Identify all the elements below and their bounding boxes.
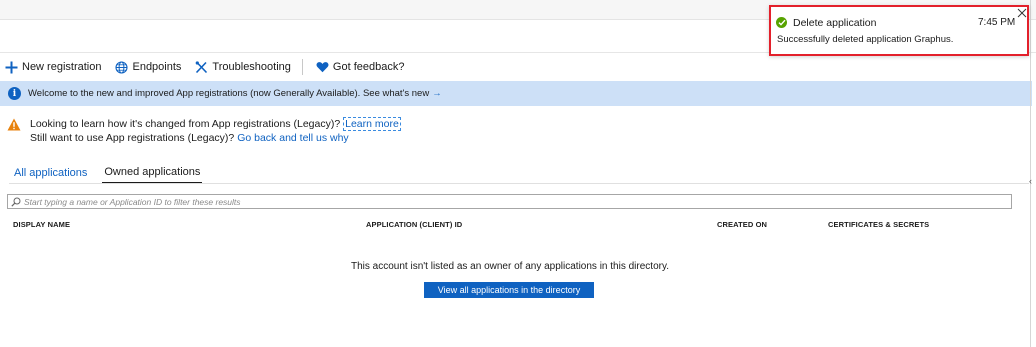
column-header-display-name[interactable]: DISPLAY NAME	[13, 220, 70, 229]
troubleshooting-label: Troubleshooting	[212, 61, 291, 73]
toast-time: 7:45 PM	[978, 17, 1016, 28]
app-tabs: All applications Owned applications	[13, 162, 216, 184]
legacy-question-2: Still want to use App registrations (Leg…	[30, 132, 235, 144]
arrow-right-icon[interactable]: →	[432, 88, 442, 99]
learn-more-link[interactable]: Learn more	[343, 117, 401, 131]
globe-icon	[115, 60, 129, 74]
chevron-left-icon[interactable]: ‹	[1029, 176, 1032, 186]
legacy-question: Looking to learn how it's changed from A…	[30, 118, 341, 130]
endpoints-button[interactable]: Endpoints	[108, 56, 188, 78]
go-back-link[interactable]: Go back and tell us why	[237, 132, 348, 144]
notification-toast[interactable]: Delete application 7:45 PM Successfully …	[769, 5, 1029, 56]
tab-owned-applications[interactable]: Owned applications	[102, 162, 203, 184]
command-bar: New registration Endpoints Troubleshooti…	[0, 56, 411, 78]
info-banner[interactable]: i Welcome to the new and improved App re…	[0, 81, 1032, 106]
heart-icon	[316, 61, 329, 74]
info-icon: i	[8, 87, 21, 100]
feedback-button[interactable]: Got feedback?	[309, 56, 412, 78]
close-icon[interactable]	[1016, 7, 1028, 19]
legacy-notice: Looking to learn how it's changed from A…	[7, 117, 401, 145]
tabs-divider	[9, 183, 1029, 184]
legacy-notice-text: Looking to learn how it's changed from A…	[30, 117, 401, 145]
empty-state-message: This account isn't listed as an owner of…	[351, 261, 669, 272]
info-banner-text: Welcome to the new and improved App regi…	[28, 88, 430, 99]
search-icon	[11, 197, 21, 207]
warning-icon	[7, 118, 21, 132]
legacy-notice-line1: Looking to learn how it's changed from A…	[30, 117, 401, 131]
toast-title: Delete application	[793, 17, 877, 29]
filter-box[interactable]	[7, 194, 1012, 209]
column-header-created-on[interactable]: CREATED ON	[717, 220, 767, 229]
plus-icon	[5, 61, 18, 74]
troubleshooting-button[interactable]: Troubleshooting	[188, 56, 297, 78]
toolbar-separator	[301, 59, 303, 75]
toast-message: Successfully deleted application Graphus…	[777, 34, 954, 45]
tools-icon	[195, 60, 208, 74]
new-registration-button[interactable]: New registration	[0, 56, 108, 78]
tab-all-applications[interactable]: All applications	[13, 162, 88, 184]
view-all-applications-button[interactable]: View all applications in the directory	[424, 282, 594, 298]
feedback-label: Got feedback?	[332, 61, 405, 73]
blade-edge	[1030, 0, 1031, 347]
legacy-notice-line2: Still want to use App registrations (Leg…	[30, 131, 401, 145]
column-header-certificates-secrets[interactable]: CERTIFICATES & SECRETS	[828, 220, 929, 229]
success-check-icon	[776, 17, 787, 28]
new-registration-label: New registration	[22, 61, 102, 73]
search-input[interactable]	[24, 196, 1004, 207]
endpoints-label: Endpoints	[132, 61, 182, 73]
column-header-application-id[interactable]: APPLICATION (CLIENT) ID	[366, 220, 462, 229]
